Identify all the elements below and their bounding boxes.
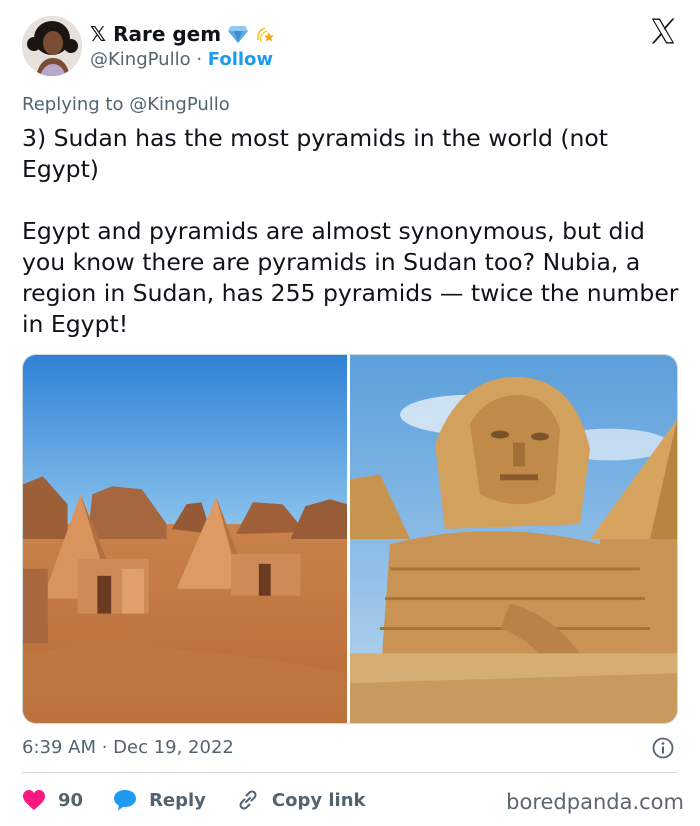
- author-display-name[interactable]: 𝕏 Rare gem: [90, 22, 277, 46]
- author-avatar[interactable]: [22, 16, 82, 76]
- media-image-nubian-pyramids[interactable]: [23, 355, 350, 723]
- tweet-line-1: 3) Sudan has the most pyramids in the wo…: [22, 124, 609, 183]
- tweet-text: 3) Sudan has the most pyramids in the wo…: [22, 123, 682, 340]
- like-count: 90: [58, 789, 84, 811]
- tweet-timestamp[interactable]: 6:39 AM · Dec 19, 2022: [22, 737, 234, 758]
- copy-link-label: Copy link: [271, 789, 366, 811]
- follow-button[interactable]: Follow: [208, 49, 273, 70]
- copy-link-button[interactable]: Copy link: [236, 788, 366, 812]
- dizzy-star-icon: [255, 23, 277, 45]
- author-handle[interactable]: @KingPullo: [90, 49, 191, 70]
- watermark: boredpanda.com: [506, 790, 684, 814]
- reply-button[interactable]: Reply: [113, 789, 206, 811]
- like-button[interactable]: 90: [22, 789, 83, 811]
- replying-to[interactable]: Replying to @KingPullo: [22, 94, 230, 115]
- tweet-header: 𝕏 Rare gem @KingPullo · Follow: [22, 16, 682, 78]
- tweet-line-2: Egypt and pyramids are almost synonymous…: [22, 217, 679, 338]
- divider: [22, 772, 678, 773]
- tweet-media[interactable]: [22, 354, 678, 724]
- x-logo-icon[interactable]: [648, 16, 678, 46]
- separator: ·: [190, 49, 208, 70]
- heart-icon: [23, 790, 45, 810]
- media-image-sphinx[interactable]: [350, 355, 677, 723]
- info-icon[interactable]: [652, 737, 674, 759]
- link-icon: [239, 790, 257, 810]
- diamond-icon: [227, 24, 249, 44]
- action-bar: 90 Reply Copy link: [22, 786, 396, 814]
- author-handle-line: @KingPullo · Follow: [90, 49, 273, 70]
- reply-bubble-icon: [114, 790, 137, 811]
- reply-label: Reply: [149, 789, 206, 811]
